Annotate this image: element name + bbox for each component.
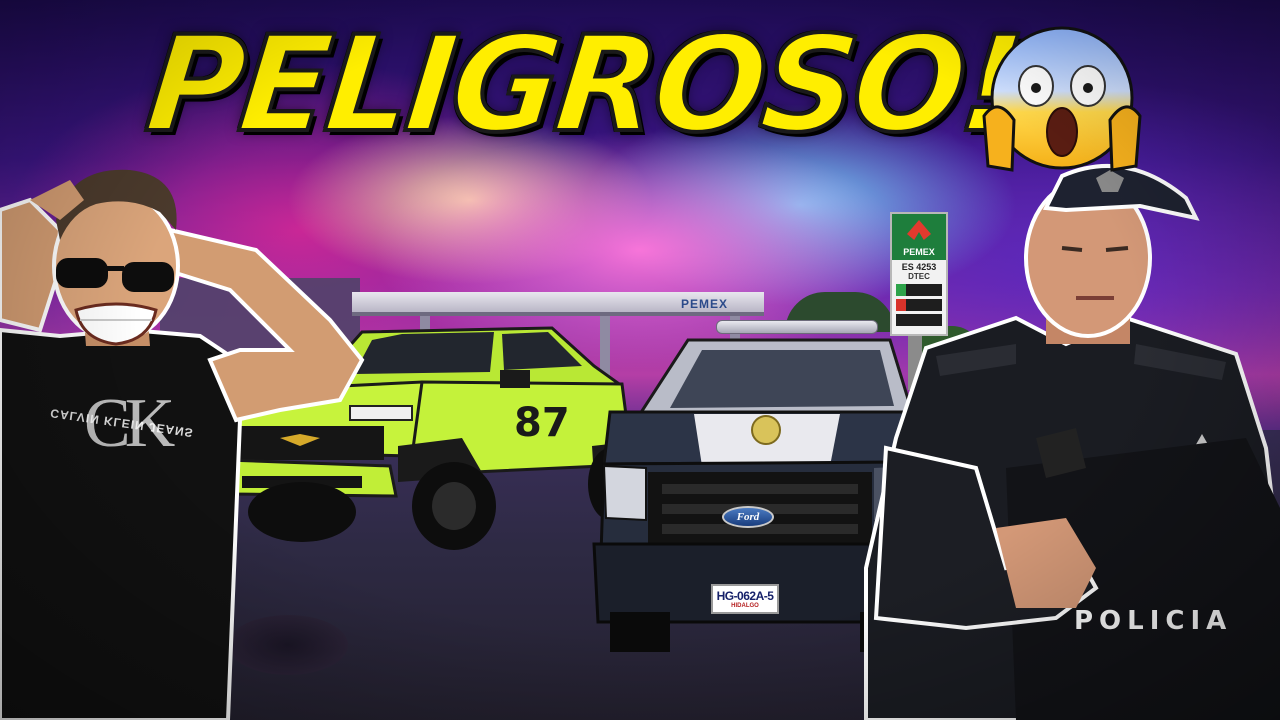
ford-badge-label: Ford (736, 511, 760, 523)
license-plate: HG-062A-5 HIDALGO (711, 584, 779, 614)
license-plate-number: HG-062A-5 (716, 589, 774, 603)
canopy-brand-label: PEMEX (680, 297, 728, 311)
ford-logo-icon: Ford (722, 506, 774, 528)
man-illustration (0, 169, 365, 720)
thumbnail-title: PELIGROSO! (138, 6, 1028, 164)
vest-policia-label: POLICIA (1074, 606, 1233, 636)
youtube-thumbnail: PEMEX PEMEX ES 4253 DTEC 87 Ford HG-062A… (0, 0, 1280, 720)
truck-number: 87 (514, 400, 570, 446)
man-with-hands-on-head (0, 160, 365, 720)
screaming-face-emoji-icon (978, 20, 1146, 180)
license-plate-state: HIDALGO (731, 603, 759, 609)
gas-station-canopy: PEMEX (352, 292, 764, 316)
